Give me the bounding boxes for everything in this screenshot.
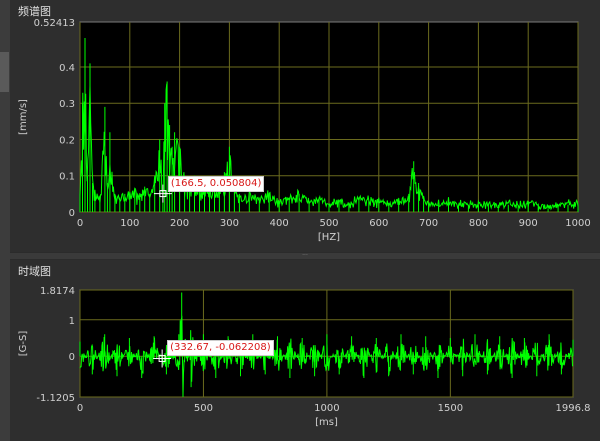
panel-splitter[interactable]: ···: [10, 253, 600, 259]
spectrum-x-tick-label: 500: [319, 218, 338, 229]
spectrum-x-tick-label: 400: [270, 218, 289, 229]
spectrum-x-tick-label: 700: [419, 218, 438, 229]
time-y-tick-label: 1: [69, 316, 75, 327]
time-cursor-readout: (332.67, -0.062208): [167, 340, 274, 357]
time-x-tick-label: 1000: [314, 403, 339, 414]
spectrum-y-tick-label: 0.4: [59, 63, 75, 74]
spectrum-x-tick-label: 600: [369, 218, 388, 229]
time-y-tick-label: 0: [69, 352, 75, 363]
time-y-tick-label: 1.8174: [40, 286, 75, 297]
time-domain-panel: 时域图 0 500 1000 1500 1996.8 -1.1205 0 1 1.8174 [G-…: [10, 260, 600, 441]
left-dock-tab[interactable]: [0, 52, 9, 92]
time-domain-chart[interactable]: 0 500 1000 1500 1996.8-1.1205011.8174[G-S][m…: [10, 260, 600, 441]
time-x-tick-label: 0: [77, 403, 83, 414]
spectrum-y-tick-label: 0.1: [59, 172, 75, 183]
spectrum-y-max-label: 0.52413: [34, 18, 75, 29]
spectrum-y-tick-label: 0.3: [59, 99, 75, 110]
time-y-tick-label: -1.1205: [36, 393, 75, 404]
spectrum-x-tick-label: 300: [220, 218, 239, 229]
spectrum-y-tick-label: 0: [69, 208, 75, 219]
spectrum-x-tick-label: 800: [469, 218, 488, 229]
spectrum-x-axis-label: [HZ]: [318, 232, 340, 243]
spectrum-x-tick-label: 100: [120, 218, 139, 229]
time-x-axis-label: [ms]: [315, 417, 338, 428]
time-x-tick-label: 1996.8: [556, 403, 591, 414]
spectrum-x-tick-label: 0: [77, 218, 83, 229]
spectrum-x-tick-label: 200: [170, 218, 189, 229]
splitter-grip-icon[interactable]: ···: [301, 253, 309, 259]
time-x-tick-label: 1500: [438, 403, 463, 414]
spectrum-panel: 频谱图 0 100 200 300 400 500 600 700 800 900 1000 0 0.1…: [10, 0, 600, 252]
spectrum-y-tick-label: 0.2: [59, 135, 75, 146]
time-x-tick-label: 500: [194, 403, 213, 414]
spectrum-cursor-readout: (166.5, 0.050804): [167, 175, 265, 192]
spectrum-chart[interactable]: 0 100 200 300 400 500 600 700 800 900 1000 0 0.1 0.2 0…: [10, 0, 600, 252]
time-y-axis-label: [G-S]: [18, 331, 29, 357]
left-dock-strip: [0, 0, 10, 441]
spectrum-x-tick-label: 1000: [565, 218, 590, 229]
spectrum-y-axis-label: [mm/s]: [18, 99, 29, 135]
spectrum-x-tick-label: 900: [519, 218, 538, 229]
